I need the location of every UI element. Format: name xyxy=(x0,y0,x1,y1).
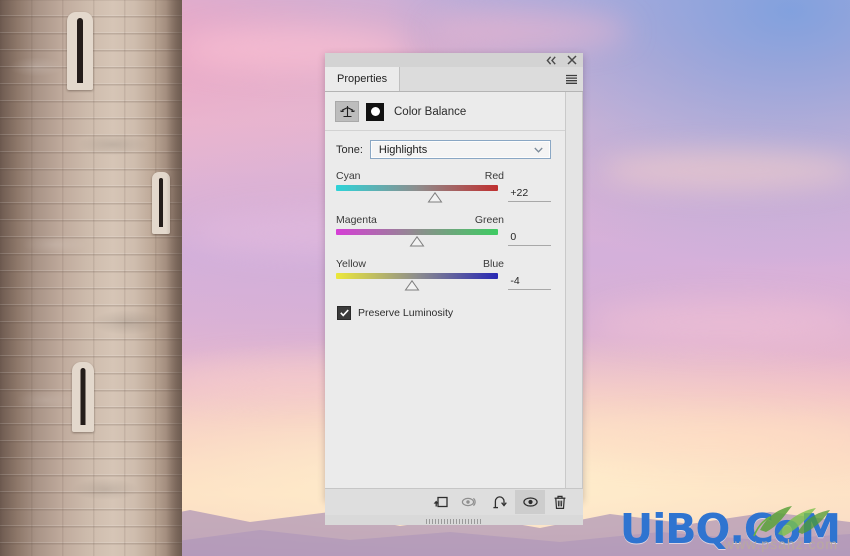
slider-right-label: Blue xyxy=(482,258,504,270)
adjustment-title: Color Balance xyxy=(394,105,467,118)
collapse-to-icons-icon[interactable] xyxy=(545,54,557,66)
chevron-down-icon xyxy=(534,144,543,156)
arrow-slit-window xyxy=(72,362,94,432)
properties-panel: Properties Color Balance Tone: Highlight… xyxy=(325,53,583,525)
slider-gradient xyxy=(336,273,499,279)
panel-body: Color Balance Tone: Highlights Cyan Red … xyxy=(325,92,583,488)
slider-thumb-cyan-red[interactable] xyxy=(427,191,443,203)
tab-strip-filler xyxy=(400,67,559,91)
reset-arrow-icon[interactable] xyxy=(485,490,515,514)
slider-track-magenta-green[interactable] xyxy=(336,229,499,249)
slider-right-label: Red xyxy=(484,170,504,182)
panel-title-bar xyxy=(325,53,583,67)
cloud-wisp xyxy=(600,150,850,190)
slider-thumb-yellow-blue[interactable] xyxy=(404,279,420,291)
layer-mask-thumbnail[interactable] xyxy=(366,102,384,121)
cloud-wisp xyxy=(590,300,850,344)
slider-value-magenta-green[interactable]: 0 xyxy=(508,230,551,246)
color-balance-scales-icon[interactable] xyxy=(335,101,359,122)
tower-shadow-edge xyxy=(166,0,182,556)
preserve-luminosity-row[interactable]: Preserve Luminosity xyxy=(325,302,565,320)
panel-right-gutter xyxy=(566,92,582,488)
slider-right-label: Green xyxy=(474,214,504,226)
slider-gradient xyxy=(336,185,499,191)
slider-value-yellow-blue[interactable]: -4 xyxy=(508,274,551,290)
tab-properties-label: Properties xyxy=(337,73,388,85)
preserve-luminosity-checkbox[interactable] xyxy=(337,306,351,320)
panel-footer-toolbar xyxy=(325,488,583,515)
trash-icon[interactable] xyxy=(545,490,575,514)
eye-icon[interactable] xyxy=(515,490,545,514)
slider-yellow-blue: Yellow Blue -4 xyxy=(336,258,551,293)
slider-gradient xyxy=(336,229,499,235)
panel-menu-icon[interactable] xyxy=(559,67,583,91)
preserve-luminosity-label: Preserve Luminosity xyxy=(358,307,454,319)
panel-resize-grip[interactable] xyxy=(426,519,482,524)
slider-cyan-red: Cyan Red +22 xyxy=(336,170,551,205)
tone-select[interactable]: Highlights xyxy=(369,140,551,159)
slider-left-label: Cyan xyxy=(336,170,361,182)
tone-select-value: Highlights xyxy=(378,143,428,156)
panel-resize-strip[interactable] xyxy=(325,515,583,525)
slider-left-label: Yellow xyxy=(336,258,366,270)
panel-content: Color Balance Tone: Highlights Cyan Red … xyxy=(325,92,566,488)
tone-label: Tone: xyxy=(336,143,363,156)
arrow-slit-window xyxy=(67,12,93,90)
slider-thumb-magenta-green[interactable] xyxy=(409,235,425,247)
slider-value-cyan-red[interactable]: +22 xyxy=(508,186,551,202)
slider-left-label: Magenta xyxy=(336,214,377,226)
cloud-wisp xyxy=(430,14,630,48)
clip-to-layer-icon[interactable] xyxy=(425,490,455,514)
mask-dot xyxy=(370,107,380,116)
panel-tab-strip: Properties xyxy=(325,67,583,92)
tone-row: Tone: Highlights xyxy=(325,131,565,159)
color-balance-sliders: Cyan Red +22 Magenta Green 0 Yellow Blue… xyxy=(325,159,565,293)
slider-magenta-green: Magenta Green 0 xyxy=(336,214,551,249)
slider-track-yellow-blue[interactable] xyxy=(336,273,499,293)
tab-properties[interactable]: Properties xyxy=(325,67,401,91)
eye-previous-state-icon[interactable] xyxy=(455,490,485,514)
close-icon[interactable] xyxy=(566,54,578,66)
screenshot-canvas: Properties Color Balance Tone: Highlight… xyxy=(0,0,850,556)
cloud-wisp xyxy=(560,420,850,458)
slider-track-cyan-red[interactable] xyxy=(336,185,499,205)
stone-tower xyxy=(0,0,182,556)
adjustment-header: Color Balance xyxy=(325,92,565,131)
